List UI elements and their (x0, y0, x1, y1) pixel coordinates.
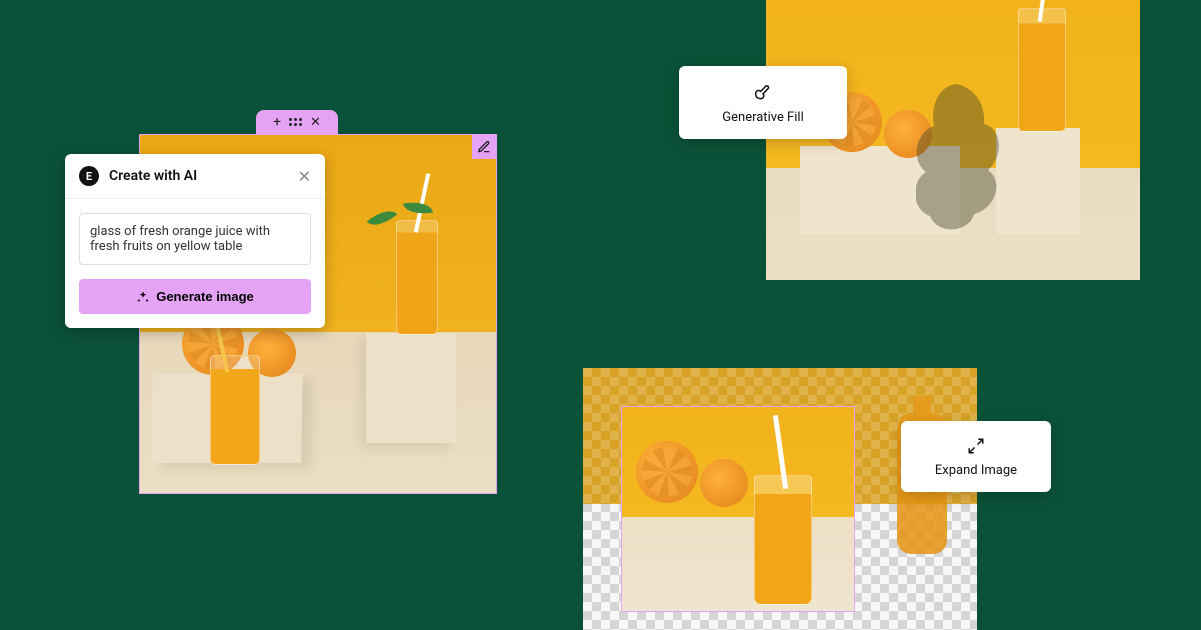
popup-title: Create with AI (109, 168, 288, 184)
sparkle-icon (136, 290, 150, 304)
elementor-logo-icon: E (79, 166, 99, 186)
expand-image-tooltip[interactable]: Expand Image (901, 421, 1051, 492)
drag-handle-icon[interactable] (289, 118, 302, 126)
close-icon[interactable]: ✕ (298, 167, 311, 186)
close-icon[interactable]: ✕ (310, 115, 321, 130)
expand-icon (967, 437, 985, 455)
generative-fill-tooltip[interactable]: Generative Fill (679, 66, 847, 139)
prompt-input[interactable] (79, 213, 311, 265)
generate-button-label: Generate image (156, 289, 254, 304)
expand-image-canvas[interactable] (583, 368, 977, 630)
create-ai-popup: E Create with AI ✕ Generate image (65, 154, 325, 328)
brush-icon (753, 82, 773, 102)
generative-fill-label: Generative Fill (722, 110, 803, 125)
generative-fill-image (766, 0, 1140, 280)
fill-selection-mask[interactable] (916, 84, 1002, 234)
plus-icon[interactable]: + (273, 114, 281, 130)
edit-icon[interactable] (472, 135, 496, 159)
widget-tab-handle[interactable]: + ✕ (256, 110, 338, 134)
original-crop-frame[interactable] (621, 406, 855, 612)
expand-image-label: Expand Image (935, 463, 1017, 478)
generate-image-button[interactable]: Generate image (79, 279, 311, 314)
